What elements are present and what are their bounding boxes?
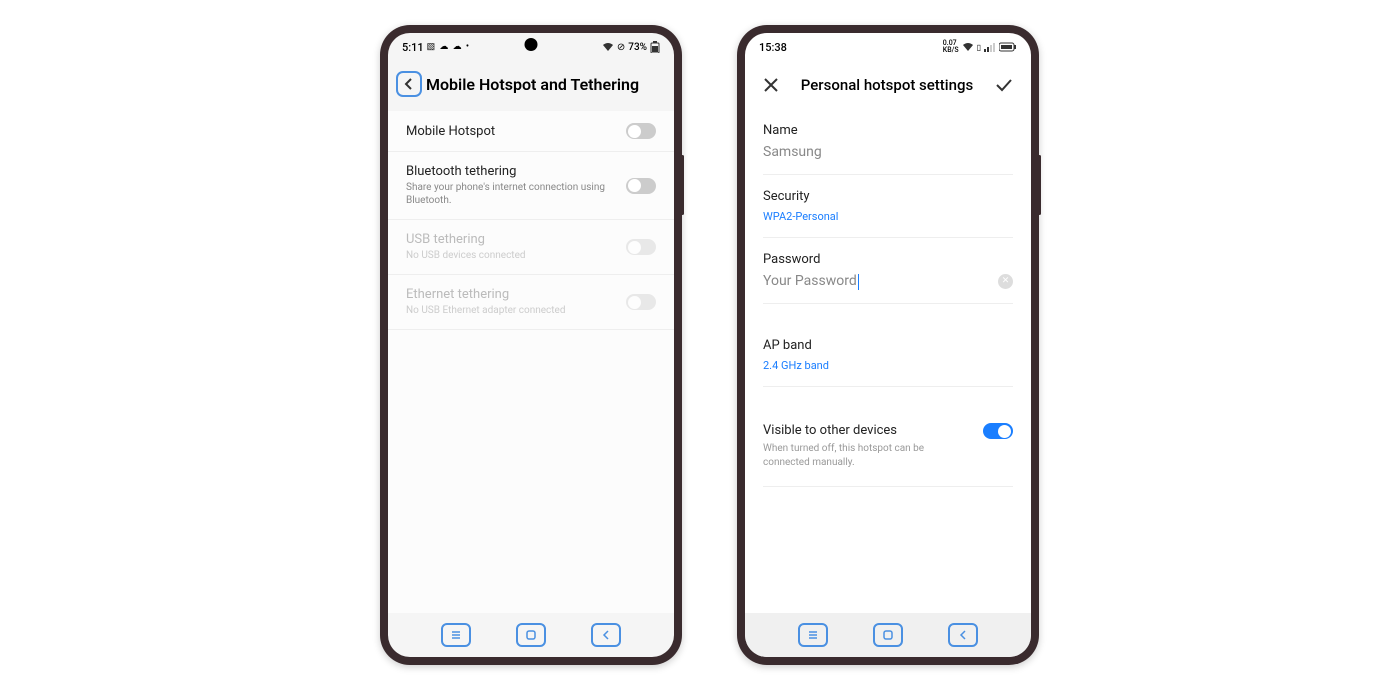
field-label: Password bbox=[763, 252, 1013, 267]
status-left: 5:11 ▧ ☁ ☁ • bbox=[402, 41, 470, 54]
toggle-ethernet-tethering bbox=[626, 294, 656, 310]
home-icon bbox=[525, 629, 537, 641]
field-name[interactable]: Name Samsung bbox=[763, 109, 1013, 175]
field-visible-to-others[interactable]: Visible to other devices When turned off… bbox=[763, 407, 1013, 487]
row-mobile-hotspot[interactable]: Mobile Hotspot bbox=[388, 111, 674, 152]
row-subtitle: Share your phone's internet connection u… bbox=[406, 181, 616, 207]
settings-list: Mobile Hotspot Bluetooth tethering Share… bbox=[388, 111, 674, 613]
page-header: Personal hotspot settings bbox=[745, 61, 1031, 109]
status-right: 0.07KB/S ▯ bbox=[943, 40, 1017, 54]
navigation-bar bbox=[745, 613, 1031, 657]
dnd-icon: ⊘ bbox=[617, 42, 625, 53]
chevron-left-icon bbox=[404, 78, 414, 90]
speed-icon: 0.07KB/S bbox=[943, 40, 959, 54]
settings-form: Name Samsung Security WPA2-Personal Pass… bbox=[745, 109, 1031, 613]
page-title: Mobile Hotspot and Tethering bbox=[426, 75, 639, 94]
recents-icon bbox=[807, 630, 819, 640]
field-label: AP band bbox=[763, 338, 1013, 353]
camera-hole bbox=[525, 38, 538, 51]
nav-home-button[interactable] bbox=[516, 623, 546, 647]
phone-device-a: 5:11 ▧ ☁ ☁ • ⊘ 73% Mobile Hotspot and Te… bbox=[380, 25, 682, 665]
chevron-left-icon bbox=[601, 629, 611, 641]
nav-back-button[interactable] bbox=[948, 623, 978, 647]
row-ethernet-tethering: Ethernet tethering No USB Ethernet adapt… bbox=[388, 275, 674, 330]
toggle-mobile-hotspot[interactable] bbox=[626, 123, 656, 139]
row-subtitle: No USB Ethernet adapter connected bbox=[406, 304, 616, 317]
status-right: ⊘ 73% bbox=[602, 41, 660, 53]
field-ap-band[interactable]: AP band 2.4 GHz band bbox=[763, 324, 1013, 387]
close-button[interactable] bbox=[763, 77, 779, 93]
field-value: Samsung bbox=[763, 144, 1013, 160]
nav-recents-button[interactable] bbox=[798, 623, 828, 647]
home-icon bbox=[882, 629, 894, 641]
check-icon bbox=[995, 78, 1013, 92]
status-time: 5:11 bbox=[402, 41, 424, 54]
field-value: WPA2-Personal bbox=[763, 210, 1013, 223]
wifi-icon bbox=[962, 42, 974, 52]
phone-device-b: 15:38 0.07KB/S ▯ Personal hotspot se bbox=[737, 25, 1039, 665]
row-subtitle: No USB devices connected bbox=[406, 249, 616, 262]
field-value: 2.4 GHz band bbox=[763, 359, 1013, 372]
field-security[interactable]: Security WPA2-Personal bbox=[763, 175, 1013, 238]
battery-icon bbox=[650, 41, 660, 53]
recents-icon bbox=[450, 630, 462, 640]
status-time: 15:38 bbox=[759, 41, 787, 54]
close-icon: ✕ bbox=[1002, 276, 1010, 286]
signal-icon bbox=[984, 42, 996, 52]
chevron-left-icon bbox=[958, 629, 968, 641]
close-icon bbox=[763, 77, 779, 93]
status-bar: 15:38 0.07KB/S ▯ bbox=[745, 33, 1031, 61]
row-usb-tethering: USB tethering No USB devices connected bbox=[388, 220, 674, 275]
status-icons-left: ▧ ☁ ☁ • bbox=[427, 42, 470, 52]
screen-b: 15:38 0.07KB/S ▯ Personal hotspot se bbox=[745, 33, 1031, 657]
clear-password-button[interactable]: ✕ bbox=[998, 274, 1013, 289]
wifi-icon bbox=[602, 42, 614, 52]
password-input[interactable]: Your Password bbox=[763, 273, 857, 289]
back-button[interactable] bbox=[396, 71, 422, 97]
confirm-button[interactable] bbox=[995, 78, 1013, 92]
battery-icon bbox=[999, 42, 1017, 52]
field-label: Name bbox=[763, 123, 1013, 138]
toggle-bluetooth-tethering[interactable] bbox=[626, 178, 656, 194]
field-subtitle: When turned off, this hotspot can be con… bbox=[763, 442, 971, 470]
nav-home-button[interactable] bbox=[873, 623, 903, 647]
row-title: USB tethering bbox=[406, 232, 616, 247]
page-title: Personal hotspot settings bbox=[801, 76, 973, 94]
row-title: Ethernet tethering bbox=[406, 287, 616, 302]
battery-text: 73% bbox=[628, 42, 647, 53]
field-label: Visible to other devices bbox=[763, 423, 971, 438]
status-left: 15:38 bbox=[759, 41, 787, 54]
nav-recents-button[interactable] bbox=[441, 623, 471, 647]
screen-a: 5:11 ▧ ☁ ☁ • ⊘ 73% Mobile Hotspot and Te… bbox=[388, 33, 674, 657]
toggle-usb-tethering bbox=[626, 239, 656, 255]
nav-back-button[interactable] bbox=[591, 623, 621, 647]
page-header: Mobile Hotspot and Tethering bbox=[388, 61, 674, 111]
row-title: Mobile Hotspot bbox=[406, 124, 616, 139]
toggle-visible[interactable] bbox=[983, 423, 1013, 439]
field-password[interactable]: Password Your Password ✕ bbox=[763, 238, 1013, 304]
field-label: Security bbox=[763, 189, 1013, 204]
row-bluetooth-tethering[interactable]: Bluetooth tethering Share your phone's i… bbox=[388, 152, 674, 220]
navigation-bar bbox=[388, 613, 674, 657]
row-title: Bluetooth tethering bbox=[406, 164, 616, 179]
sim-icon: ▯ bbox=[977, 43, 981, 52]
